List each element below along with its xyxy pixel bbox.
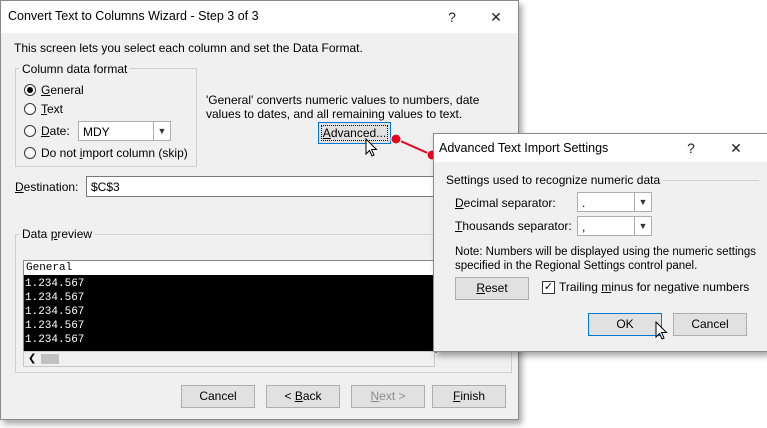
cancel-button[interactable]: Cancel (181, 385, 255, 408)
chevron-down-icon: ▼ (634, 217, 651, 235)
preview-row: 1.234.567 (25, 320, 85, 332)
back-button[interactable]: < Back (266, 385, 340, 408)
wizard-title: Convert Text to Columns Wizard - Step 3 … (8, 9, 259, 23)
preview-row: 1.234.567 (25, 306, 85, 318)
regional-settings-note: Note: Numbers will be displayed using th… (455, 246, 757, 272)
radio-general-label: General (41, 83, 84, 97)
trailing-minus-label: Trailing minus for negative numbers (559, 280, 750, 294)
chevron-down-icon: ▼ (634, 193, 651, 211)
data-preview-legend: Data preview (19, 227, 96, 241)
preview-row: 1.234.567 (25, 278, 85, 290)
radio-button-icon (24, 125, 36, 137)
wizard-intro-text: This screen lets you select each column … (14, 41, 363, 55)
scrollbar-thumb[interactable] (41, 354, 59, 364)
preview-row: 1.234.567 (25, 292, 85, 304)
wizard-title-bar: Convert Text to Columns Wizard - Step 3 … (1, 1, 518, 33)
preview-column-header[interactable]: General (24, 261, 436, 276)
decimal-separator-value: . (582, 196, 586, 210)
decimal-separator-select[interactable]: . ▼ (577, 192, 652, 212)
radio-button-icon (24, 147, 36, 159)
radio-general[interactable]: General (24, 83, 104, 99)
thousands-separator-value: , (582, 220, 586, 234)
numeric-settings-legend: Settings used to recognize numeric data (443, 173, 664, 187)
finish-button[interactable]: Finish (432, 385, 506, 408)
format-description: 'General' converts numeric values to num… (206, 93, 480, 121)
advanced-dialog-title-bar: Advanced Text Import Settings ? ✕ (434, 134, 767, 162)
preview-row: 1.234.567 (25, 334, 85, 346)
date-format-value: MDY (83, 125, 110, 139)
radio-text[interactable]: Text (24, 102, 104, 118)
thousands-separator-select[interactable]: , ▼ (577, 216, 652, 236)
preview-horizontal-scrollbar[interactable]: ❮ (23, 351, 435, 367)
preview-selected-column[interactable]: 1.234.567 1.234.567 1.234.567 1.234.567 … (24, 276, 436, 352)
scroll-left-icon[interactable]: ❮ (28, 353, 36, 364)
next-button[interactable]: Next > (351, 385, 425, 408)
data-preview-pane[interactable]: General 1.234.567 1.234.567 1.234.567 1.… (23, 260, 437, 353)
mouse-pointer-icon (655, 321, 668, 340)
radio-do-not-import-label: Do not import column (skip) (41, 146, 188, 160)
date-format-select[interactable]: MDY ▼ (78, 121, 171, 141)
thousands-separator-label: Thousands separator: (455, 219, 572, 233)
close-icon[interactable]: ✕ (721, 134, 751, 162)
decimal-separator-label: Decimal separator: (455, 196, 556, 210)
preview-header-text: General (26, 262, 73, 274)
destination-label: Destination: (15, 180, 79, 194)
close-icon[interactable]: ✕ (481, 3, 511, 31)
ok-button[interactable]: OK (588, 313, 662, 336)
chevron-down-icon: ▼ (153, 122, 170, 140)
destination-value: $C$3 (91, 180, 120, 194)
advanced-button[interactable]: Advanced... (318, 122, 391, 144)
radio-date[interactable]: Date: (24, 124, 74, 140)
advanced-cancel-button[interactable]: Cancel (673, 313, 747, 336)
radio-button-icon (24, 103, 36, 115)
advanced-text-import-dialog: Advanced Text Import Settings ? ✕ Settin… (433, 133, 767, 352)
radio-do-not-import[interactable]: Do not import column (skip) (24, 146, 194, 162)
radio-button-icon (24, 84, 36, 96)
reset-button[interactable]: Reset (455, 277, 529, 300)
destination-input[interactable]: $C$3 (86, 176, 436, 197)
radio-date-label: Date: (41, 124, 70, 138)
trailing-minus-checkbox[interactable]: ✓ Trailing minus for negative numbers (542, 280, 760, 296)
column-data-format-legend: Column data format (19, 62, 131, 76)
help-icon[interactable]: ? (676, 134, 706, 162)
advanced-dialog-title: Advanced Text Import Settings (439, 141, 609, 155)
radio-text-label: Text (41, 102, 64, 116)
help-icon[interactable]: ? (437, 3, 467, 31)
mouse-pointer-icon (365, 138, 378, 157)
checkmark-icon: ✓ (542, 281, 555, 294)
